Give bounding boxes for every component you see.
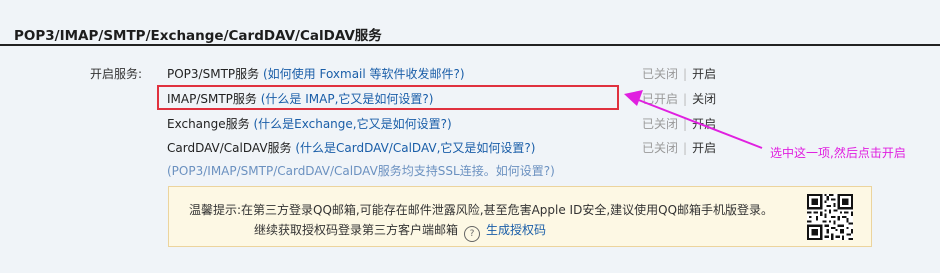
generate-auth-code-link[interactable]: 生成授权码: [486, 223, 546, 237]
tip-line-1: 温馨提示:在第三方登录QQ邮箱,可能存在邮件泄露风险,甚至危害Apple ID安…: [189, 203, 774, 217]
tip-line-2: 继续获取授权码登录第三方客户端邮箱? 生成授权码: [189, 220, 773, 242]
annotation-text: 选中这一项,然后点击开启: [770, 146, 906, 160]
tip-text: 温馨提示:在第三方登录QQ邮箱,可能存在邮件泄露风险,甚至危害Apple ID安…: [189, 200, 773, 242]
tip-box: 温馨提示:在第三方登录QQ邮箱,可能存在邮件泄露风险,甚至危害Apple ID安…: [168, 186, 872, 247]
help-circle-icon[interactable]: ?: [464, 226, 481, 242]
tip-line-2-text: 继续获取授权码登录第三方客户端邮箱: [254, 223, 459, 237]
qr-code-icon: [807, 194, 853, 240]
